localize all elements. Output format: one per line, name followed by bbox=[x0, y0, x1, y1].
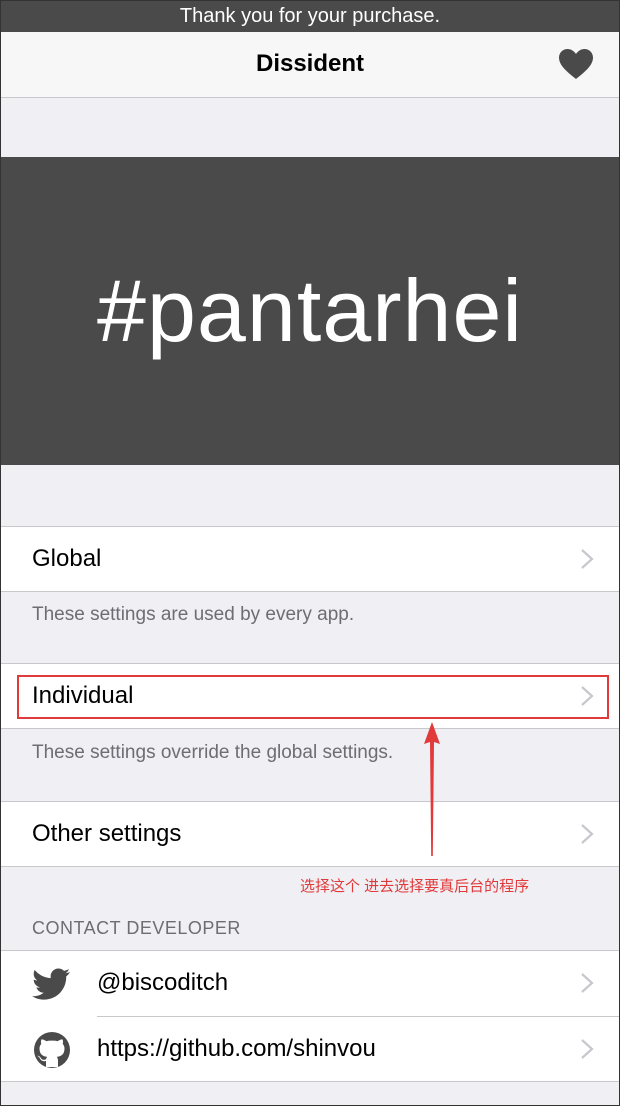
global-settings-row[interactable]: Global bbox=[0, 526, 620, 592]
purchase-thanks-banner: Thank you for your purchase. bbox=[0, 0, 620, 32]
chevron-right-icon bbox=[581, 549, 594, 569]
global-settings-description: These settings are used by every app. bbox=[32, 604, 355, 625]
github-contact-row[interactable]: https://github.com/shinvou bbox=[0, 1017, 620, 1083]
other-settings-label: Other settings bbox=[32, 820, 182, 847]
chevron-right-icon bbox=[581, 973, 594, 993]
contact-section-header: CONTACT DEVELOPER bbox=[32, 918, 241, 938]
individual-settings-description: These settings override the global setti… bbox=[32, 742, 394, 763]
global-settings-label: Global bbox=[32, 545, 102, 572]
annotation-arrow bbox=[424, 722, 440, 856]
twitter-handle-label: @biscoditch bbox=[97, 969, 229, 996]
annotation-highlight-box bbox=[17, 675, 609, 719]
annotation-note: 选择这个 进去选择要真后台的程序 bbox=[300, 878, 530, 895]
chevron-right-icon bbox=[581, 1039, 594, 1059]
contact-list: @biscoditch https://github.com/shinvou bbox=[0, 950, 620, 1082]
navigation-bar: Dissident bbox=[0, 32, 620, 98]
page-title: Dissident bbox=[255, 50, 365, 77]
github-url-label: https://github.com/shinvou bbox=[97, 1035, 376, 1062]
twitter-contact-row[interactable]: @biscoditch bbox=[0, 951, 620, 1017]
twitter-icon bbox=[32, 968, 70, 1000]
github-icon bbox=[34, 1032, 70, 1068]
other-settings-row[interactable]: Other settings bbox=[0, 801, 620, 867]
heart-icon[interactable] bbox=[558, 48, 594, 80]
hero-banner: #pantarhei bbox=[0, 157, 620, 465]
chevron-right-icon bbox=[581, 824, 594, 844]
